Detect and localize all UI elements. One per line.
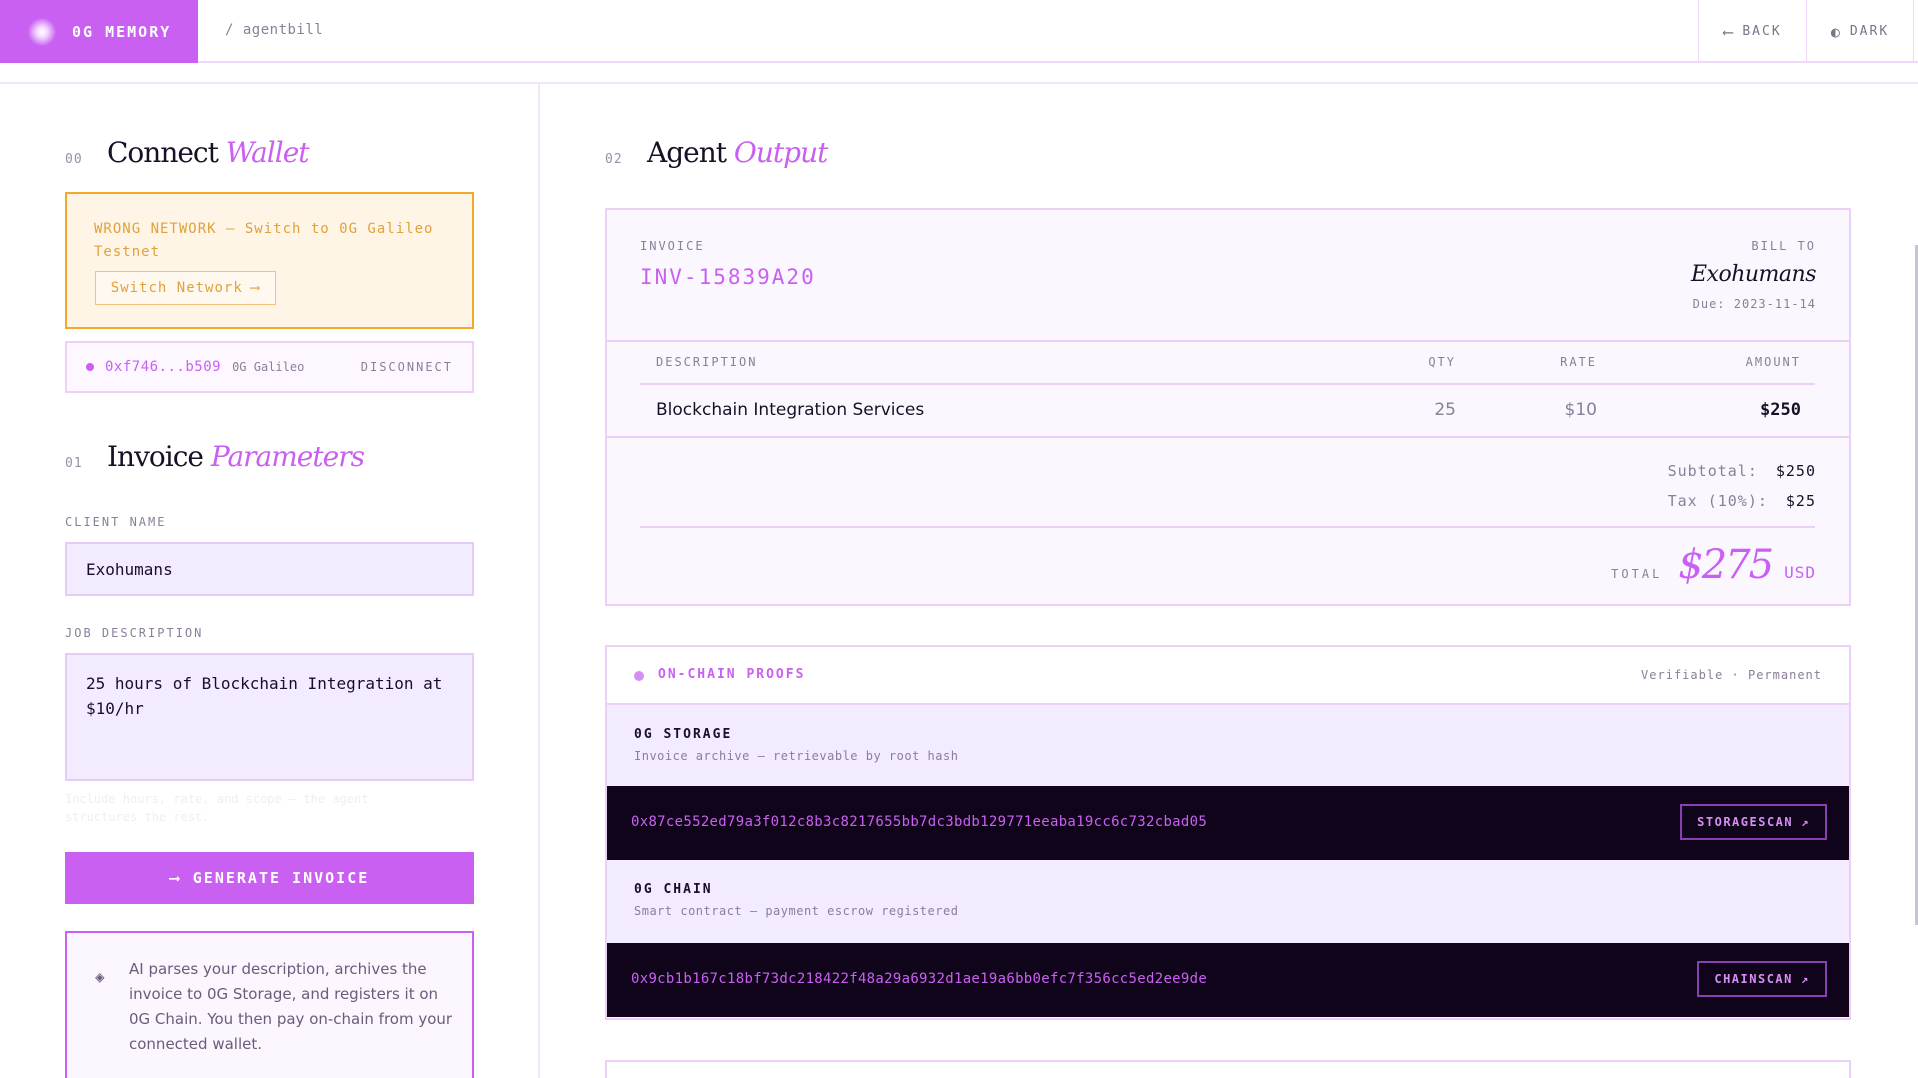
input-hint: Include hours, rate, and scope — the age… xyxy=(65,792,369,824)
column-header-rate: RATE xyxy=(1560,355,1597,369)
warning-text: WRONG NETWORK — Switch to 0G Galileo Tes… xyxy=(94,221,434,260)
chain-hash-bar: 0x9cb1b167c18bf73dc218422f48a29a6932d1ae… xyxy=(607,943,1849,1017)
title-plain: Connect xyxy=(107,136,219,169)
info-text: AI parses your description, archives the… xyxy=(129,960,453,1053)
header-divider xyxy=(0,82,1918,84)
dark-mode-toggle[interactable]: ◐ DARK xyxy=(1806,0,1914,63)
row-amount: $250 xyxy=(1760,400,1801,420)
disconnect-button[interactable]: DISCONNECT xyxy=(361,360,453,374)
title-accent: Output xyxy=(733,136,828,169)
chain-title: 0G CHAIN xyxy=(634,882,713,897)
connect-wallet-title: Connect Wallet xyxy=(107,136,310,169)
storage-title: 0G STORAGE xyxy=(634,727,733,742)
arrow-left-icon: ⟵ xyxy=(1723,22,1735,41)
subtotal-value: $250 xyxy=(1775,462,1816,480)
client-name-input[interactable]: Exohumans xyxy=(65,542,474,596)
chain-subtitle: Smart contract — payment escrow register… xyxy=(634,904,959,918)
wallet-address[interactable]: 0xf746...b509 xyxy=(105,359,221,375)
generate-invoice-button[interactable]: ⟶ GENERATE INVOICE xyxy=(65,852,474,904)
tax-label: Tax (10%): xyxy=(1667,492,1768,510)
row-description: Blockchain Integration Services xyxy=(656,400,925,420)
storage-hash-bar: 0x87ce552ed79a3f012c8b3c8217655bb7dc3bdb… xyxy=(607,786,1849,860)
divider xyxy=(640,383,1815,385)
status-dot-icon xyxy=(634,671,644,681)
storagescan-link[interactable]: STORAGESCAN ↗ xyxy=(1680,804,1827,840)
back-label: BACK xyxy=(1742,24,1782,39)
storage-hash[interactable]: 0x87ce552ed79a3f012c8b3c8217655bb7dc3bdb… xyxy=(631,814,1207,830)
proofs-title: ON-CHAIN PROOFS xyxy=(658,667,806,682)
external-link-icon: ↗ xyxy=(1801,815,1810,829)
brand-name: 0G MEMORY xyxy=(72,22,172,41)
job-description-label: JOB DESCRIPTION xyxy=(65,626,204,640)
section-number-params: 01 xyxy=(65,456,83,471)
storage-section: 0G STORAGE Invoice archive — retrievable… xyxy=(607,705,1849,786)
wallet-network: 0G Galileo xyxy=(232,360,305,374)
invoice-card: INVOICE INV-15839A20 BILL TO Exohumans D… xyxy=(605,208,1851,606)
row-rate: $10 xyxy=(1564,400,1597,420)
dark-label: DARK xyxy=(1849,24,1890,39)
subtotal-label: Subtotal: xyxy=(1667,462,1758,480)
on-chain-proofs-card: ON-CHAIN PROOFS Verifiable · Permanent 0… xyxy=(605,645,1851,1020)
proofs-tag: Verifiable · Permanent xyxy=(1641,668,1822,682)
tax-row: Tax (10%): $25 xyxy=(1668,492,1816,510)
column-header-amount: AMOUNT xyxy=(1745,355,1801,369)
section-number-output: 02 xyxy=(605,152,623,167)
switch-network-button[interactable]: Switch Network ⟶ xyxy=(95,271,276,305)
switch-label: Switch Network xyxy=(110,280,243,296)
bill-to-label: BILL TO xyxy=(1751,239,1816,253)
arrow-right-icon: ⟶ xyxy=(250,280,261,296)
wallet-status: 0xf746...b509 0G Galileo DISCONNECT xyxy=(65,341,474,393)
total-amount: $275 xyxy=(1678,542,1774,588)
storage-subtitle: Invoice archive — retrievable by root ha… xyxy=(634,749,959,763)
top-bar: 0G MEMORY / agentbill ⟵ BACK ◐ DARK xyxy=(0,0,1918,63)
proofs-header: ON-CHAIN PROOFS Verifiable · Permanent xyxy=(607,647,1849,705)
tax-value: $25 xyxy=(1785,492,1816,510)
title-accent: Wallet xyxy=(225,136,310,169)
connected-dot-icon xyxy=(86,363,94,371)
info-panel: ◈ AI parses your description, archives t… xyxy=(65,931,474,1078)
bill-to-name: Exohumans xyxy=(1691,262,1817,287)
back-button[interactable]: ⟵ BACK xyxy=(1698,0,1806,63)
chainscan-link[interactable]: CHAINSCAN ↗ xyxy=(1697,961,1827,997)
job-description-textarea[interactable]: 25 hours of Blockchain Integration at $1… xyxy=(65,653,474,781)
generate-label: GENERATE INVOICE xyxy=(192,869,370,887)
row-qty: 25 xyxy=(1434,400,1456,420)
divider xyxy=(640,526,1815,528)
brand-logo[interactable]: 0G MEMORY xyxy=(0,0,198,63)
title-plain: Agent xyxy=(647,136,727,169)
total-currency: USD xyxy=(1784,563,1816,582)
title-plain: Invoice xyxy=(107,440,204,473)
client-name-label: CLIENT NAME xyxy=(65,515,167,529)
invoice-parameters-title: Invoice Parameters xyxy=(107,440,365,473)
storagescan-label: STORAGESCAN xyxy=(1697,815,1794,829)
breadcrumb[interactable]: / agentbill xyxy=(225,22,323,38)
column-header-description: DESCRIPTION xyxy=(656,355,758,369)
divider xyxy=(607,340,1849,342)
divider xyxy=(607,436,1849,438)
column-header-qty: QTY xyxy=(1428,355,1456,369)
grand-total: TOTAL $275 USD xyxy=(1611,542,1816,588)
external-link-icon: ↗ xyxy=(1800,972,1810,986)
wrong-network-alert: WRONG NETWORK — Switch to 0G Galileo Tes… xyxy=(65,192,474,329)
subtotal-row: Subtotal: $250 xyxy=(1668,462,1816,480)
half-circle-icon: ◐ xyxy=(1830,22,1842,41)
invoice-label: INVOICE xyxy=(640,239,705,253)
section-number-connect: 00 xyxy=(65,152,83,167)
orb-icon xyxy=(28,17,56,46)
next-card xyxy=(605,1060,1851,1078)
diamond-icon: ◈ xyxy=(95,967,105,986)
invoice-number: INV-15839A20 xyxy=(640,265,816,289)
due-date: Due: 2023-11-14 xyxy=(1692,297,1816,311)
chainscan-label: CHAINSCAN xyxy=(1714,972,1793,986)
chain-section: 0G CHAIN Smart contract — payment escrow… xyxy=(607,860,1849,943)
title-accent: Parameters xyxy=(210,440,365,473)
total-label: TOTAL xyxy=(1611,567,1663,581)
arrow-right-icon: ⟶ xyxy=(169,869,181,887)
chain-hash[interactable]: 0x9cb1b167c18bf73dc218422f48a29a6932d1ae… xyxy=(631,971,1207,987)
column-divider xyxy=(538,84,540,1078)
agent-output-title: Agent Output xyxy=(647,136,828,169)
